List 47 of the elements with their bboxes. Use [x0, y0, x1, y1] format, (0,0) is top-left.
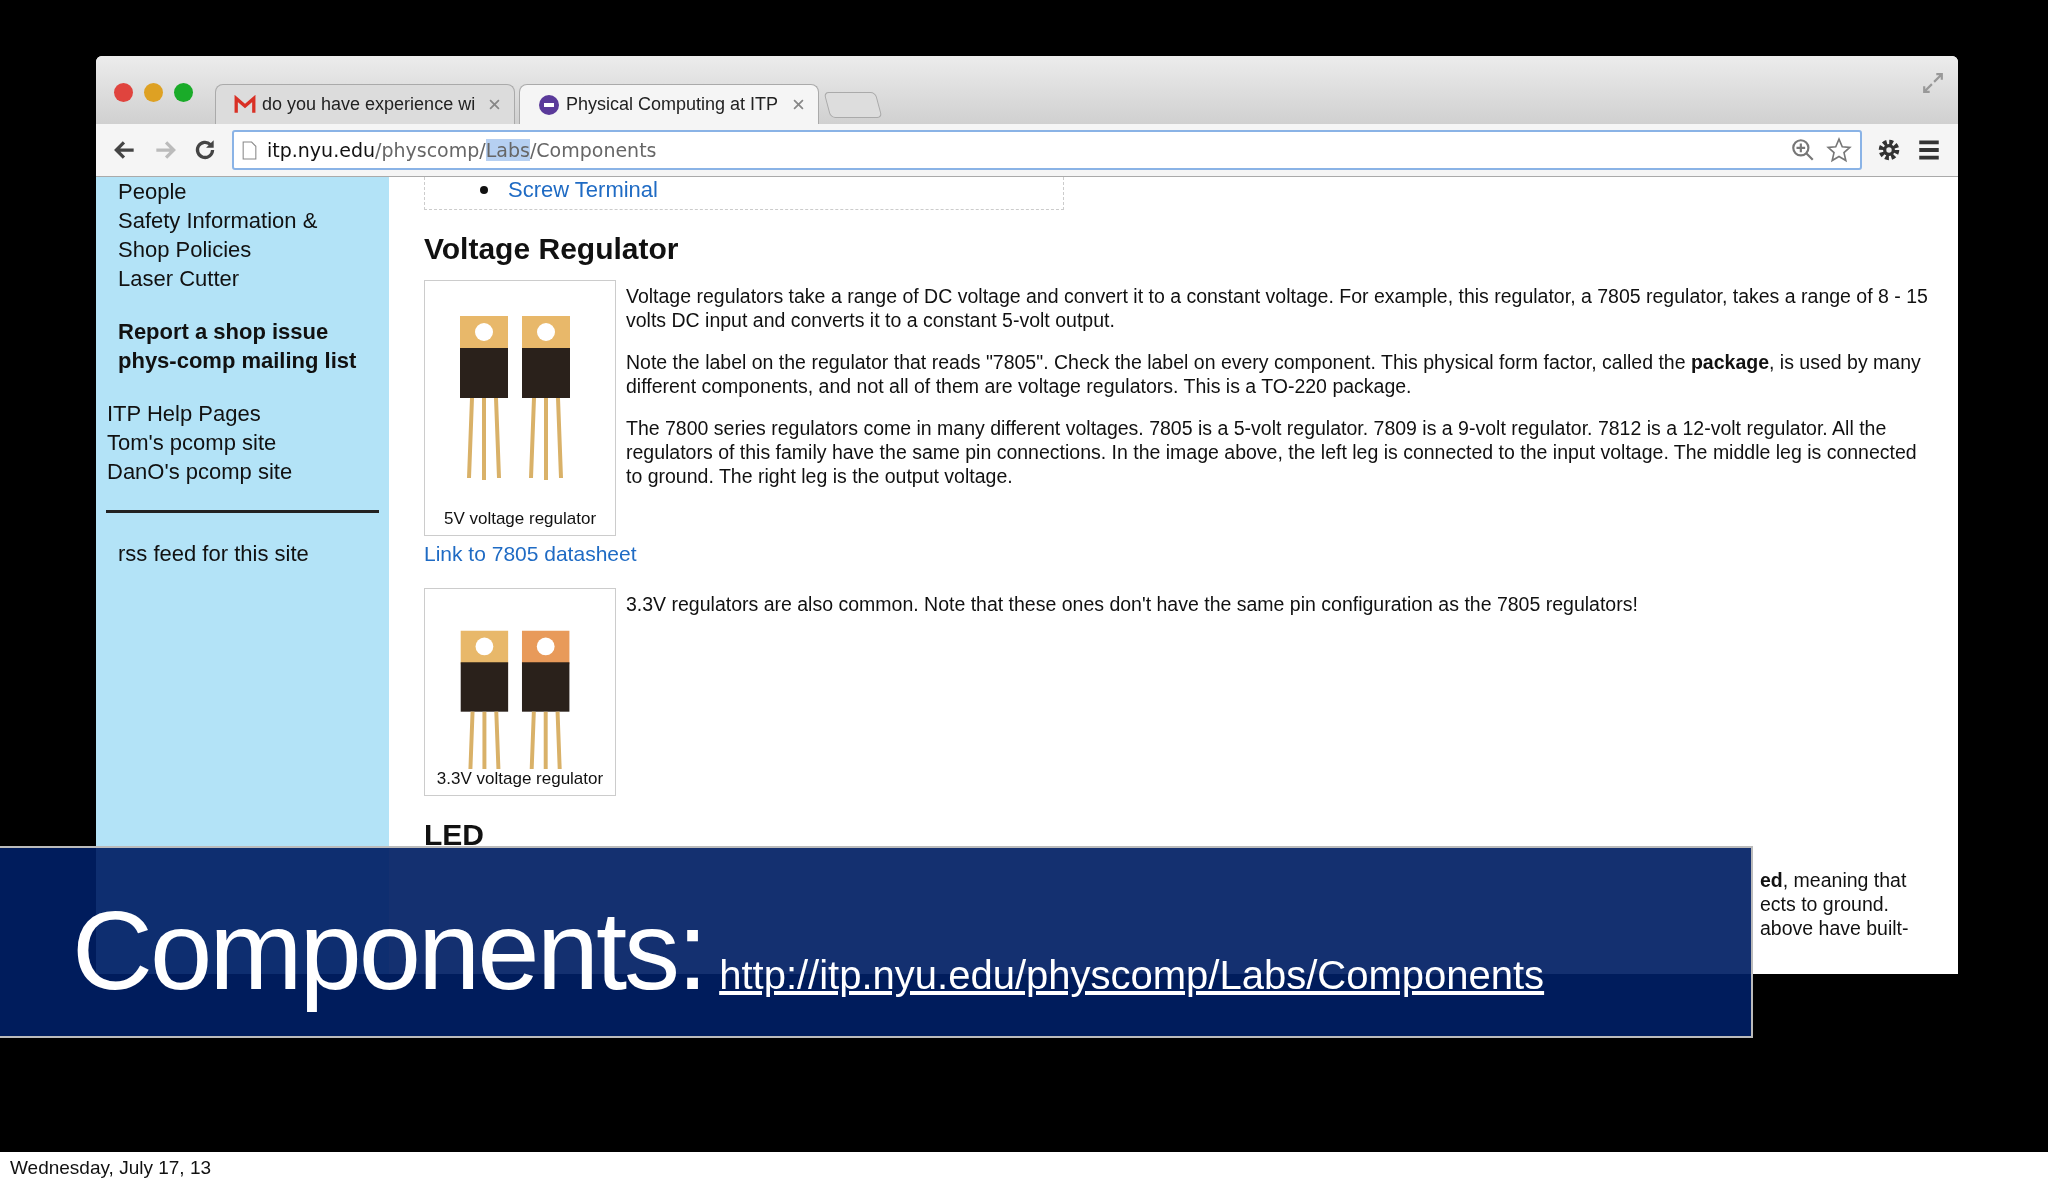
sidebar-link[interactable]: rss feed for this site [106, 539, 309, 568]
selected-text: Labs [485, 139, 530, 161]
figure-caption: 3.3V voltage regulator [436, 769, 604, 789]
sidebar-link[interactable]: ITP Help Pages [107, 399, 261, 428]
page-icon [242, 140, 257, 160]
browser-tab[interactable]: do you have experience wi [215, 84, 515, 124]
figure-caption: 5V voltage regulator [443, 509, 597, 529]
paragraph-fragment: above have built- [1760, 916, 1910, 940]
sidebar-link[interactable]: phys-comp mailing list [118, 346, 357, 375]
sidebar-link[interactable]: Laser Cutter [118, 264, 240, 293]
zoom-button[interactable] [174, 83, 193, 102]
slide-title: Components: [72, 887, 706, 1015]
paragraph-fragment: ed, meaning that [1760, 868, 1908, 892]
section-heading: Voltage Regulator [424, 232, 680, 266]
list-link[interactable]: Screw Terminal [508, 177, 658, 203]
address-bar[interactable]: itp.nyu.edu/physcomp/Labs/Components [232, 130, 1862, 170]
paragraph: 3.3V regulators are also common. Note that these ones don't have the same pin configuration as the 7805 regulators! [626, 592, 1639, 616]
url-text: /Components [529, 139, 657, 161]
url-text: itp.nyu.edu [267, 139, 375, 161]
star-icon[interactable] [1826, 137, 1852, 163]
bullet-icon [480, 186, 488, 194]
close-icon[interactable] [793, 99, 804, 110]
minimize-button[interactable] [144, 83, 163, 102]
sidebar-link[interactable]: People [118, 177, 187, 206]
paragraph: Voltage regulators take a range of DC voltage and convert it to a constant voltage. For example, this regulator, a 7805 regulator, takes a range of 8 - 15 volts DC input and converts it to a constant 5-volt output. [626, 284, 1929, 332]
datasheet-link[interactable]: Link to 7805 datasheet [424, 542, 637, 566]
url-text: /physcomp/ [375, 139, 486, 161]
new-tab-button[interactable] [823, 92, 883, 118]
section-heading: LED [424, 818, 485, 852]
circle-logo-icon [538, 94, 560, 115]
close-button[interactable] [114, 83, 133, 102]
paragraph: The 7800 series regulators come in many different voltages. 7805 is a 5-volt regulator. 7809 is a 9-volt regulator. 7812 is a 12-volt regulator. All the regulators of this family have the same pin connections. In the image above, the left leg is connected to the input voltage. The middle leg is connected to ground. The right leg is the output voltage. [626, 416, 1918, 488]
browser-tab[interactable]: Physical Computing at ITP [519, 84, 819, 124]
paragraph-fragment: ects to ground. [1760, 892, 1890, 916]
date-text: Wednesday, July 17, 13 [10, 1157, 212, 1179]
settings-icon[interactable] [1876, 137, 1902, 163]
fullscreen-icon[interactable] [1922, 72, 1944, 94]
url-link[interactable]: http://itp.nyu.edu/physcomp/Labs/Components [719, 953, 1545, 998]
close-icon[interactable] [489, 99, 500, 110]
zoom-in-icon[interactable] [1790, 137, 1816, 163]
sidebar-link[interactable]: DanO's pcomp site [107, 457, 293, 486]
sidebar-link[interactable]: Tom's pcomp site [107, 428, 277, 457]
mail-icon [234, 94, 256, 115]
sidebar-link[interactable]: Report a shop issue [118, 317, 329, 346]
sidebar-link[interactable]: Safety Information & [118, 206, 318, 235]
sidebar-link[interactable]: Shop Policies [118, 235, 252, 264]
paragraph: Note the label on the regulator that reads "7805". Check the label on every component. This physical form factor, called the package, is used by many different components, and not all of them are voltage regulators. This is a TO-220 package. [626, 350, 1922, 398]
